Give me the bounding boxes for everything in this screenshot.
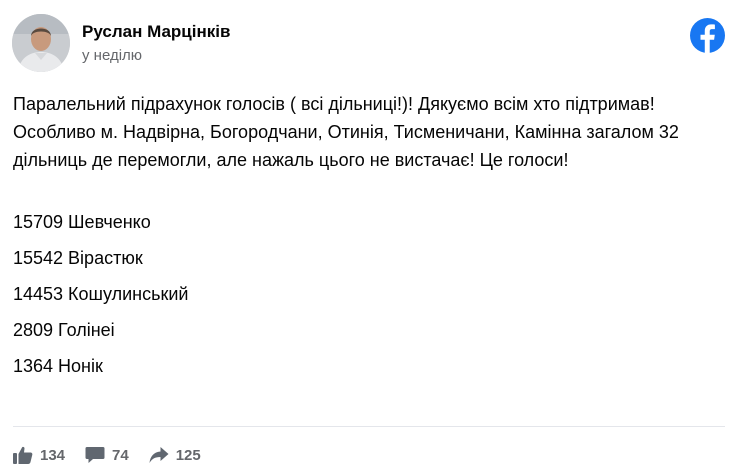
post-text: Паралельний підрахунок голосів ( всі діл… bbox=[13, 94, 684, 170]
facebook-post: Руслан Марцінків у неділю Паралельний пі… bbox=[0, 0, 740, 475]
result-row: 2809 Голінеі bbox=[13, 320, 115, 340]
comment-bubble-icon bbox=[85, 447, 105, 463]
divider bbox=[13, 426, 725, 427]
thumbs-up-icon bbox=[13, 446, 33, 464]
facebook-icon[interactable] bbox=[690, 18, 725, 53]
result-row: 1364 Нонік bbox=[13, 356, 103, 376]
post-timestamp[interactable]: у неділю bbox=[82, 47, 142, 64]
engagement-bar: 134 74 125 bbox=[13, 444, 221, 466]
comments-count: 74 bbox=[112, 446, 129, 464]
likes-stat[interactable]: 134 bbox=[13, 446, 65, 464]
result-row: 15542 Вірастюк bbox=[13, 248, 143, 268]
result-row: 15709 Шевченко bbox=[13, 212, 151, 232]
result-row: 14453 Кошулинський bbox=[13, 284, 189, 304]
avatar-photo bbox=[12, 14, 70, 72]
comments-stat[interactable]: 74 bbox=[85, 446, 129, 464]
vote-results-list: 15709 Шевченко 15542 Вірастюк 14453 Кошу… bbox=[13, 208, 188, 388]
shares-count: 125 bbox=[175, 446, 201, 464]
avatar[interactable] bbox=[12, 14, 70, 72]
shares-stat[interactable]: 125 bbox=[149, 446, 201, 464]
author-name[interactable]: Руслан Марцінків bbox=[82, 22, 230, 42]
share-arrow-icon bbox=[149, 447, 169, 463]
likes-count: 134 bbox=[40, 446, 66, 464]
